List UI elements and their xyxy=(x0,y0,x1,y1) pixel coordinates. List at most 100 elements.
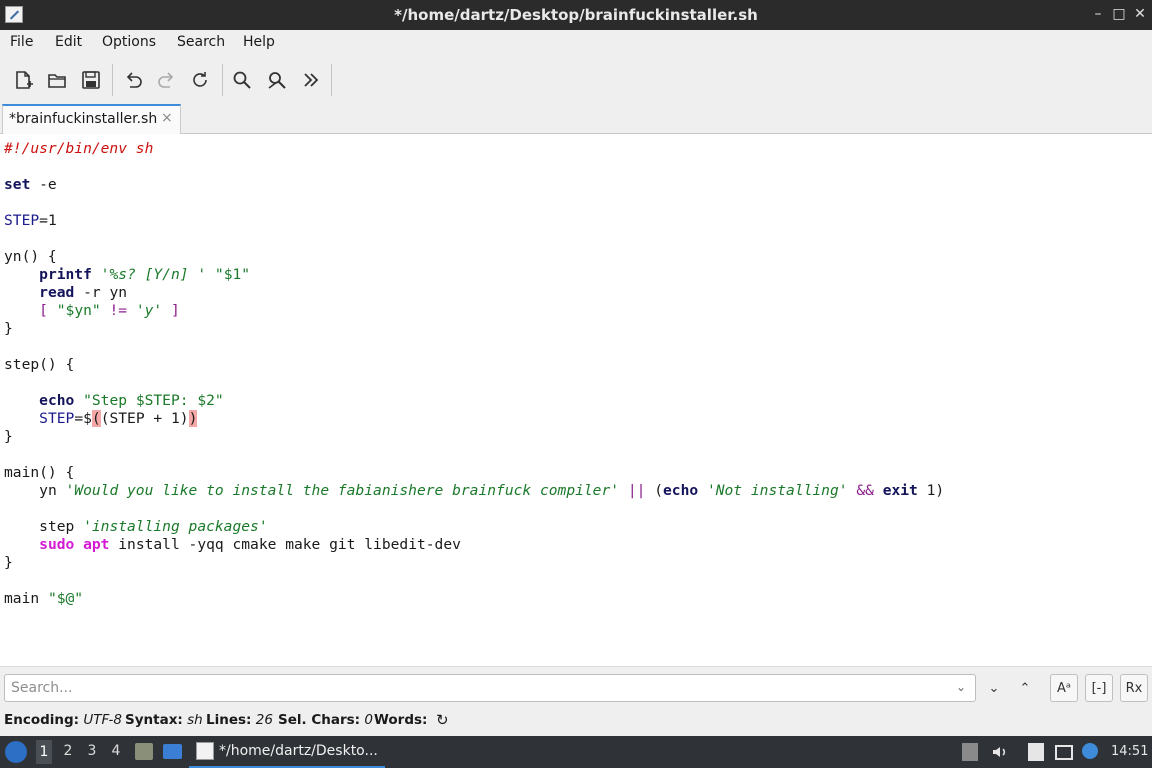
code-string: "$@" xyxy=(47,590,84,607)
match-case-button[interactable]: Aᵃ xyxy=(1050,674,1078,702)
code-keyword: read xyxy=(39,284,75,301)
close-button[interactable]: ✕ xyxy=(1132,5,1148,23)
code-operator: ] xyxy=(162,302,180,319)
code-string: 'Would you like to install the fabianish… xyxy=(65,482,620,499)
toolbar-separator xyxy=(331,64,332,96)
regex-button[interactable]: Rx xyxy=(1120,674,1148,702)
code-string: 'Not installing' xyxy=(706,482,848,499)
workspace-1[interactable]: 1 xyxy=(36,740,52,764)
redo-icon[interactable] xyxy=(153,66,181,94)
undo-icon[interactable] xyxy=(119,66,147,94)
replace-icon[interactable] xyxy=(263,66,291,94)
file-manager-icon[interactable] xyxy=(135,743,153,760)
code-keyword: exit xyxy=(882,482,918,499)
code-text: main xyxy=(4,590,48,607)
more-icon[interactable] xyxy=(297,66,325,94)
workspace-2[interactable]: 2 xyxy=(60,743,76,759)
open-folder-icon[interactable] xyxy=(43,66,71,94)
code-line: main "$@" xyxy=(4,590,83,608)
menu-search[interactable]: Search xyxy=(177,34,225,50)
find-icon[interactable] xyxy=(228,66,256,94)
code-line: } xyxy=(4,554,13,572)
workspace-4[interactable]: 4 xyxy=(108,743,124,759)
code-operator: && xyxy=(847,482,883,499)
text-editor-icon xyxy=(196,742,214,760)
status-encoding-label: Encoding: xyxy=(4,712,80,728)
code-text: -r yn xyxy=(74,284,128,301)
code-text: yn xyxy=(39,482,66,499)
new-document-icon[interactable] xyxy=(9,66,37,94)
status-selection: Sel. Chars: 0 xyxy=(278,712,373,728)
taskbar-window-label: */home/dartz/Deskto... xyxy=(219,743,378,759)
tab-close-icon[interactable]: × xyxy=(161,110,173,126)
code-line: yn() { xyxy=(4,248,57,266)
menu-options[interactable]: Options xyxy=(102,34,156,50)
menu-edit[interactable]: Edit xyxy=(55,34,82,50)
maximize-button[interactable]: □ xyxy=(1111,5,1127,23)
reload-icon[interactable] xyxy=(186,66,214,94)
code-text: } xyxy=(4,554,13,571)
code-command: sudo xyxy=(39,536,75,553)
menu-help[interactable]: Help xyxy=(243,34,275,50)
status-encoding: Encoding: UTF-8 xyxy=(4,712,122,728)
bracket-match: ( xyxy=(91,410,101,427)
eject-icon[interactable] xyxy=(962,743,978,761)
network-icon[interactable] xyxy=(1055,745,1073,760)
whole-word-button[interactable]: [-] xyxy=(1085,674,1113,702)
save-icon[interactable] xyxy=(77,66,105,94)
status-syntax-label: Syntax: xyxy=(125,712,183,728)
status-sel-label: Sel. Chars: xyxy=(278,712,361,728)
toolbar-separator xyxy=(222,64,223,96)
search-history-dropdown-icon[interactable]: ⌄ xyxy=(956,680,970,696)
tab-brainfuckinstaller[interactable]: *brainfuckinstaller.sh × xyxy=(2,104,181,134)
status-bar: Encoding: UTF-8 Syntax: sh Lines: 26 Sel… xyxy=(0,708,1152,736)
code-variable: STEP xyxy=(39,410,75,427)
code-string: 'y' xyxy=(135,302,163,319)
find-next-icon[interactable]: ⌄ xyxy=(980,674,1008,702)
code-operator: != xyxy=(100,302,136,319)
status-lines: Lines: 26 xyxy=(206,712,273,728)
status-encoding-value: UTF-8 xyxy=(83,712,122,728)
code-editor[interactable]: #!/usr/bin/env sh set -e STEP=1 yn() { p… xyxy=(0,134,1152,666)
code-string: "$1" xyxy=(214,266,251,283)
workspace-3[interactable]: 3 xyxy=(84,743,100,759)
start-menu-icon[interactable] xyxy=(5,741,27,763)
clipboard-icon[interactable] xyxy=(1028,743,1044,761)
code-text: 1) xyxy=(917,482,945,499)
code-keyword: echo xyxy=(663,482,699,499)
code-text: step() { xyxy=(4,356,75,373)
show-desktop-icon[interactable] xyxy=(163,744,182,759)
clock[interactable]: 14:51 xyxy=(1111,744,1148,759)
code-text: yn() { xyxy=(4,248,57,265)
find-previous-icon[interactable]: ⌃ xyxy=(1011,674,1039,702)
code-line: main() { xyxy=(4,464,74,482)
notification-icon[interactable] xyxy=(1082,743,1098,759)
refresh-word-count-icon[interactable]: ↻ xyxy=(436,711,449,729)
status-syntax-value: sh xyxy=(187,712,203,728)
window-title: */home/dartz/Desktop/brainfuckinstaller.… xyxy=(394,6,758,24)
code-line: step() { xyxy=(4,356,74,374)
code-line: STEP=$((STEP + 1)) xyxy=(4,410,198,428)
code-keyword: set xyxy=(4,176,31,193)
code-keyword: printf xyxy=(39,266,92,283)
taskbar-window-item[interactable]: */home/dartz/Deskto... xyxy=(189,736,385,768)
status-sel-value: 0 xyxy=(364,712,373,728)
volume-icon[interactable] xyxy=(991,743,1009,761)
code-line: #!/usr/bin/env sh xyxy=(4,140,153,158)
code-string: "Step $STEP: $2" xyxy=(83,392,224,409)
menu-bar: File Edit Options Search Help xyxy=(0,30,1152,56)
minimize-button[interactable]: – xyxy=(1090,5,1106,23)
code-line: } xyxy=(4,320,13,338)
menu-file[interactable]: File xyxy=(10,34,33,50)
search-input[interactable] xyxy=(4,674,976,702)
